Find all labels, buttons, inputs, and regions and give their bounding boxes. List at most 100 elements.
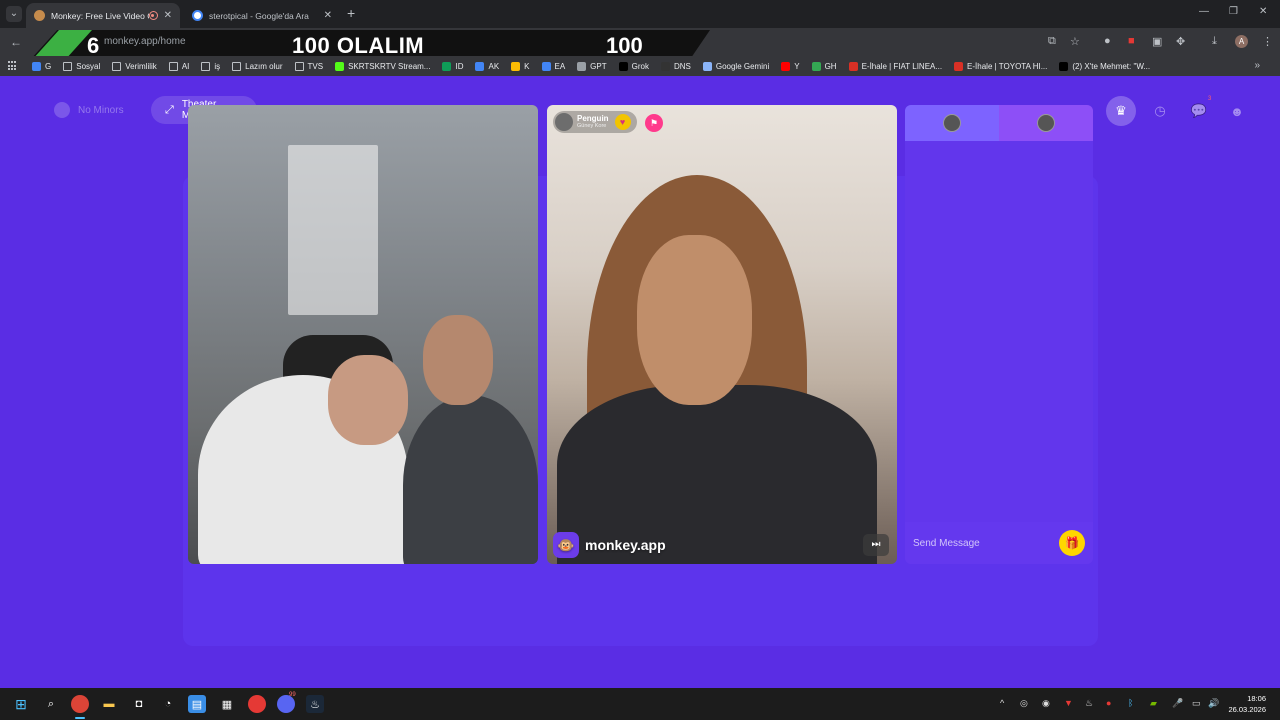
bookmark-label: (2) X'te Mehmet: "W... — [1072, 61, 1151, 71]
folder-icon — [201, 61, 211, 71]
camera-app-icon[interactable]: ◘ — [130, 695, 148, 713]
bookmark-label: E-İhale | FIAT LINEA... — [861, 61, 943, 71]
bookmark-item[interactable]: SKRTSKRTV Stream... — [335, 61, 430, 71]
folder-icon — [63, 61, 73, 71]
bookmark-item[interactable]: Verimlilik — [112, 61, 157, 71]
volume-icon[interactable]: 🔊 — [1208, 698, 1219, 709]
tray-chevron-icon[interactable]: ^ — [1000, 698, 1004, 708]
bookmark-label: GPT — [590, 61, 607, 71]
crown-icon[interactable]: ♛ — [1106, 96, 1136, 126]
clock-date: 26.03.2026 — [1228, 705, 1266, 714]
bookmarks-bar: G Sosyal Verimlilik AI iş Lazım olur TVS SKRTSK… — [0, 56, 1280, 76]
bookmark-item[interactable]: GH — [811, 61, 837, 71]
no-minors-icon — [54, 102, 70, 118]
tray-record-icon[interactable]: ● — [1106, 698, 1111, 708]
extension-record-icon[interactable]: ■ — [1128, 35, 1135, 47]
apps-grid-icon[interactable] — [8, 61, 18, 71]
tender-icon — [848, 61, 858, 71]
tray-vpn-icon[interactable]: ▼ — [1064, 698, 1073, 708]
tab-search-chevron-icon[interactable]: ⌄ — [6, 6, 22, 22]
file-explorer-icon[interactable]: ▬ — [100, 695, 118, 713]
bookmark-item[interactable]: Y — [781, 61, 800, 71]
bookmark-item[interactable]: Lazım olur — [232, 61, 283, 71]
calculator-icon[interactable]: ▦ — [218, 695, 236, 713]
bookmark-item[interactable]: K — [511, 61, 530, 71]
heart-icon[interactable]: ♥ — [614, 114, 631, 130]
tray-discord-icon[interactable]: ◉ — [1042, 698, 1050, 709]
bookmark-item[interactable]: iş — [201, 61, 221, 71]
bookmark-item[interactable]: G — [32, 61, 51, 71]
folder-icon — [232, 61, 242, 71]
search-icon[interactable]: ⌕ — [42, 695, 60, 713]
install-app-icon[interactable]: ⧉ — [1048, 35, 1056, 48]
bookmark-label: Sosyal — [76, 61, 101, 71]
minimize-button[interactable]: — — [1199, 6, 1209, 17]
bookmark-star-icon[interactable]: ☆ — [1070, 35, 1080, 48]
bookmark-item[interactable]: DNS — [660, 61, 691, 71]
download-icon[interactable]: ⤓ — [1212, 35, 1217, 48]
bookmark-item[interactable]: ID — [442, 61, 463, 71]
peer-info-tag[interactable]: Penguin Güney Kore ♥ — [553, 111, 637, 133]
extensions-puzzle-icon[interactable]: ✥ — [1176, 35, 1185, 48]
speedometer-icon[interactable]: ◔ — [159, 695, 177, 713]
bookmark-item[interactable]: EA — [541, 61, 566, 71]
discord-badge: 99 — [289, 692, 296, 698]
close-tab-icon[interactable]: ✕ — [164, 10, 172, 21]
bluetooth-icon[interactable]: ᛒ — [1128, 698, 1133, 708]
chat-tab-self[interactable] — [905, 105, 999, 141]
new-tab-button[interactable]: + — [347, 5, 355, 21]
close-tab-icon[interactable]: ✕ — [324, 10, 332, 21]
restore-button[interactable]: ❐ — [1229, 6, 1238, 17]
gift-icon[interactable]: 🎁 — [1059, 530, 1085, 556]
send-message-input[interactable] — [913, 537, 1059, 549]
nvidia-icon[interactable]: ▰ — [1150, 698, 1157, 709]
skip-next-button[interactable]: ⏭ — [863, 534, 889, 556]
user-avatar[interactable]: ☻ — [1222, 96, 1252, 126]
menu-kebab-icon[interactable]: ⋮ — [1262, 35, 1273, 48]
tab-monkey[interactable]: Monkey: Free Live Video Ch ✕ — [26, 3, 180, 28]
paint-app-icon[interactable]: ▤ — [188, 695, 206, 713]
windows-start-icon[interactable]: ⊞ — [12, 695, 30, 713]
self-avatar — [943, 114, 961, 132]
taskbar-clock[interactable]: 18:06 26.03.2026 — [1228, 693, 1266, 715]
bookmark-item[interactable]: AI — [168, 61, 190, 71]
extension-location-icon[interactable]: ● — [1104, 35, 1111, 47]
bookmark-item[interactable]: Grok — [618, 61, 649, 71]
no-minors-toggle[interactable]: No Minors — [40, 96, 138, 124]
microphone-icon[interactable]: 🎤 — [1172, 698, 1183, 709]
bookmark-label: EA — [554, 61, 566, 71]
bookmark-item[interactable]: TVS — [294, 61, 324, 71]
bookmark-item[interactable]: E-İhale | FIAT LINEA... — [848, 61, 943, 71]
report-flag-icon[interactable]: ⚑ — [645, 114, 663, 132]
bookmark-label: iş — [214, 61, 221, 71]
tab-google-search[interactable]: sterotpical - Google'da Ara ✕ — [184, 3, 340, 28]
bookmark-label: Y — [794, 61, 800, 71]
chatgpt-icon — [577, 61, 587, 71]
tab-title: Monkey: Free Live Video Ch — [51, 10, 149, 21]
tray-steam-icon[interactable]: ♨ — [1085, 698, 1093, 709]
tray-app-icon[interactable]: ◎ — [1020, 698, 1028, 709]
no-minors-label: No Minors — [78, 104, 124, 116]
network-icon[interactable]: ▭ — [1192, 698, 1201, 709]
bookmark-item[interactable]: Google Gemini — [702, 61, 769, 71]
bookmark-item[interactable]: Sosyal — [63, 61, 101, 71]
bookmark-label: TVS — [307, 61, 324, 71]
back-arrow-icon[interactable]: ← — [10, 35, 22, 49]
bookmark-item[interactable]: AK — [475, 61, 499, 71]
address-bar-url[interactable]: monkey.app/home — [104, 36, 186, 47]
chrome-icon[interactable] — [71, 695, 89, 713]
history-clock-icon[interactable]: ◷ — [1145, 96, 1175, 126]
profile-avatar[interactable]: A — [1235, 35, 1248, 48]
steam-icon[interactable]: ♨ — [306, 695, 324, 713]
bookmark-label: Verimlilik — [125, 61, 157, 71]
red-app-icon[interactable] — [248, 695, 266, 713]
bookmark-item[interactable]: (2) X'te Mehmet: "W... — [1059, 61, 1151, 71]
close-window-button[interactable]: ✕ — [1259, 6, 1267, 17]
bookmarks-overflow-icon[interactable]: » — [1254, 60, 1260, 71]
bookmark-item[interactable]: E-İhale | TOYOTA HI... — [954, 61, 1047, 71]
x-icon — [618, 61, 628, 71]
bookmark-item[interactable]: GPT — [577, 61, 607, 71]
extension-edit-icon[interactable]: ▣ — [1152, 35, 1162, 48]
chat-tab-peer[interactable] — [999, 105, 1093, 141]
bookmark-label: AI — [181, 61, 190, 71]
